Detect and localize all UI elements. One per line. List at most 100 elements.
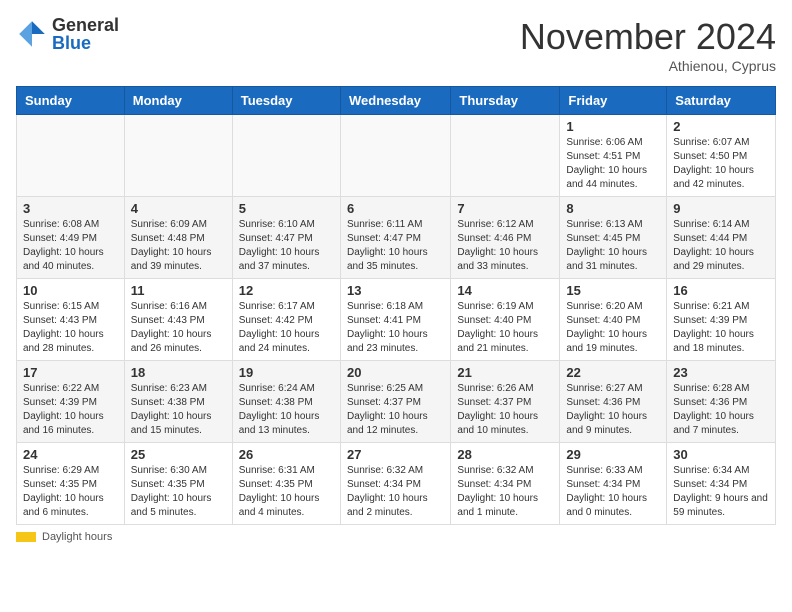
calendar-cell: 5Sunrise: 6:10 AMSunset: 4:47 PMDaylight… xyxy=(232,197,340,279)
calendar-cell: 21Sunrise: 6:26 AMSunset: 4:37 PMDayligh… xyxy=(451,361,560,443)
calendar-cell: 2 Sunrise: 6:07 AMSunset: 4:50 PMDaylight… xyxy=(667,115,776,197)
calendar-cell: 18Sunrise: 6:23 AMSunset: 4:38 PMDayligh… xyxy=(124,361,232,443)
calendar-cell: 16Sunrise: 6:21 AMSunset: 4:39 PMDayligh… xyxy=(667,279,776,361)
page-header: General Blue November 2024 Athienou, Cyp… xyxy=(16,16,776,74)
calendar-cell: 13 Sunrise: 6:18 AMSunset: 4:41 PMDayligh… xyxy=(340,279,450,361)
month-title: November 2024 xyxy=(520,16,776,58)
day-number: 22 xyxy=(566,365,660,380)
footer-note: Daylight hours xyxy=(16,531,776,543)
day-info: Sunrise: 6:15 AMSunset: 4:43 PMDaylight:… xyxy=(23,300,118,356)
calendar-cell: 1Sunrise: 6:06 AMSunset: 4:51 PMDaylight… xyxy=(560,115,667,197)
day-info: Sunrise: 6:11 AMSunset: 4:47 PMDaylight:… xyxy=(347,218,444,274)
day-info: Sunrise: 6:20 AMSunset: 4:40 PMDaylight:… xyxy=(566,300,660,356)
weekday-header-row: SundayMondayTuesdayWednesdayThursdayFrid… xyxy=(17,87,776,115)
day-info: Sunrise: 6:30 AMSunset: 4:35 PMDaylight:… xyxy=(131,464,226,520)
daylight-bar-icon xyxy=(16,532,36,542)
day-number: 15 xyxy=(566,283,660,298)
weekday-header-monday: Monday xyxy=(124,87,232,115)
day-number: 9 xyxy=(673,201,769,216)
day-number: 17 xyxy=(23,365,118,380)
day-number: 24 xyxy=(23,447,118,462)
calendar-cell: 26Sunrise: 6:31 AMSunset: 4:35 PMDayligh… xyxy=(232,443,340,525)
day-info: Sunrise: 6:21 AMSunset: 4:39 PMDaylight:… xyxy=(673,300,769,356)
day-number: 20 xyxy=(347,365,444,380)
day-number: 28 xyxy=(457,447,553,462)
day-number: 8 xyxy=(566,201,660,216)
calendar-cell: 20 Sunrise: 6:25 AMSunset: 4:37 PMDayligh… xyxy=(340,361,450,443)
day-info: Sunrise: 6:23 AMSunset: 4:38 PMDaylight:… xyxy=(131,382,226,438)
day-info: Sunrise: 6:16 AMSunset: 4:43 PMDaylight:… xyxy=(131,300,226,356)
calendar-cell xyxy=(451,115,560,197)
weekday-header-friday: Friday xyxy=(560,87,667,115)
day-info: Sunrise: 6:29 AMSunset: 4:35 PMDaylight:… xyxy=(23,464,118,520)
day-info: Sunrise: 6:34 AMSunset: 4:34 PMDaylight:… xyxy=(673,464,769,520)
calendar-cell: 14Sunrise: 6:19 AMSunset: 4:40 PMDayligh… xyxy=(451,279,560,361)
calendar-cell: 25 Sunrise: 6:30 AMSunset: 4:35 PMDayligh… xyxy=(124,443,232,525)
calendar-cell: 17 Sunrise: 6:22 AMSunset: 4:39 PMDayligh… xyxy=(17,361,125,443)
calendar-cell: 27Sunrise: 6:32 AMSunset: 4:34 PMDayligh… xyxy=(340,443,450,525)
calendar-cell: 15 Sunrise: 6:20 AMSunset: 4:40 PMDayligh… xyxy=(560,279,667,361)
calendar-cell: 10Sunrise: 6:15 AMSunset: 4:43 PMDayligh… xyxy=(17,279,125,361)
day-info: Sunrise: 6:24 AMSunset: 4:38 PMDaylight:… xyxy=(239,382,334,438)
day-info: Sunrise: 6:22 AMSunset: 4:39 PMDaylight:… xyxy=(23,382,118,438)
calendar-cell xyxy=(232,115,340,197)
daylight-label: Daylight hours xyxy=(42,531,112,543)
day-info: Sunrise: 6:32 AMSunset: 4:34 PMDaylight:… xyxy=(347,464,444,520)
weekday-header-thursday: Thursday xyxy=(451,87,560,115)
day-info: Sunrise: 6:33 AMSunset: 4:34 PMDaylight:… xyxy=(566,464,660,520)
calendar-cell: 22 Sunrise: 6:27 AMSunset: 4:36 PMDayligh… xyxy=(560,361,667,443)
weekday-header-wednesday: Wednesday xyxy=(340,87,450,115)
calendar-cell: 4Sunrise: 6:09 AMSunset: 4:48 PMDaylight… xyxy=(124,197,232,279)
day-info: Sunrise: 6:07 AMSunset: 4:50 PMDaylight:… xyxy=(673,136,769,192)
day-info: Sunrise: 6:17 AMSunset: 4:42 PMDaylight:… xyxy=(239,300,334,356)
calendar-week-5: 24 Sunrise: 6:29 AMSunset: 4:35 PMDayligh… xyxy=(17,443,776,525)
day-number: 6 xyxy=(347,201,444,216)
day-info: Sunrise: 6:28 AMSunset: 4:36 PMDaylight:… xyxy=(673,382,769,438)
calendar-cell: 19Sunrise: 6:24 AMSunset: 4:38 PMDayligh… xyxy=(232,361,340,443)
calendar-cell xyxy=(124,115,232,197)
calendar-cell: 24 Sunrise: 6:29 AMSunset: 4:35 PMDayligh… xyxy=(17,443,125,525)
day-info: Sunrise: 6:12 AMSunset: 4:46 PMDaylight:… xyxy=(457,218,553,274)
day-info: Sunrise: 6:27 AMSunset: 4:36 PMDaylight:… xyxy=(566,382,660,438)
day-number: 4 xyxy=(131,201,226,216)
calendar-cell: 28 Sunrise: 6:32 AMSunset: 4:34 PMDayligh… xyxy=(451,443,560,525)
day-number: 29 xyxy=(566,447,660,462)
day-info: Sunrise: 6:25 AMSunset: 4:37 PMDaylight:… xyxy=(347,382,444,438)
calendar-week-2: 3Sunrise: 6:08 AMSunset: 4:49 PMDaylight… xyxy=(17,197,776,279)
calendar-cell xyxy=(340,115,450,197)
title-block: November 2024 Athienou, Cyprus xyxy=(520,16,776,74)
weekday-header-tuesday: Tuesday xyxy=(232,87,340,115)
calendar-cell: 29 Sunrise: 6:33 AMSunset: 4:34 PMDayligh… xyxy=(560,443,667,525)
calendar-cell xyxy=(17,115,125,197)
day-number: 11 xyxy=(131,283,226,298)
calendar-table: SundayMondayTuesdayWednesdayThursdayFrid… xyxy=(16,86,776,525)
day-info: Sunrise: 6:31 AMSunset: 4:35 PMDaylight:… xyxy=(239,464,334,520)
calendar-cell: 9Sunrise: 6:14 AMSunset: 4:44 PMDaylight… xyxy=(667,197,776,279)
calendar-cell: 30Sunrise: 6:34 AMSunset: 4:34 PMDayligh… xyxy=(667,443,776,525)
calendar-week-3: 10Sunrise: 6:15 AMSunset: 4:43 PMDayligh… xyxy=(17,279,776,361)
logo-icon xyxy=(16,18,48,50)
location: Athienou, Cyprus xyxy=(520,58,776,74)
day-number: 25 xyxy=(131,447,226,462)
weekday-header-saturday: Saturday xyxy=(667,87,776,115)
day-number: 3 xyxy=(23,201,118,216)
calendar-cell: 8Sunrise: 6:13 AMSunset: 4:45 PMDaylight… xyxy=(560,197,667,279)
day-number: 7 xyxy=(457,201,553,216)
calendar-cell: 11 Sunrise: 6:16 AMSunset: 4:43 PMDayligh… xyxy=(124,279,232,361)
day-info: Sunrise: 6:19 AMSunset: 4:40 PMDaylight:… xyxy=(457,300,553,356)
calendar-cell: 12 Sunrise: 6:17 AMSunset: 4:42 PMDayligh… xyxy=(232,279,340,361)
logo: General Blue xyxy=(16,16,119,52)
day-number: 2 xyxy=(673,119,769,134)
day-number: 13 xyxy=(347,283,444,298)
calendar-week-4: 17 Sunrise: 6:22 AMSunset: 4:39 PMDayligh… xyxy=(17,361,776,443)
calendar-cell: 23 Sunrise: 6:28 AMSunset: 4:36 PMDayligh… xyxy=(667,361,776,443)
day-info: Sunrise: 6:06 AMSunset: 4:51 PMDaylight:… xyxy=(566,136,660,192)
calendar-week-1: 1Sunrise: 6:06 AMSunset: 4:51 PMDaylight… xyxy=(17,115,776,197)
calendar-cell: 7 Sunrise: 6:12 AMSunset: 4:46 PMDaylight… xyxy=(451,197,560,279)
day-info: Sunrise: 6:18 AMSunset: 4:41 PMDaylight:… xyxy=(347,300,444,356)
day-number: 23 xyxy=(673,365,769,380)
day-number: 12 xyxy=(239,283,334,298)
calendar-cell: 6 Sunrise: 6:11 AMSunset: 4:47 PMDaylight… xyxy=(340,197,450,279)
logo-general-text: General xyxy=(52,16,119,34)
day-info: Sunrise: 6:32 AMSunset: 4:34 PMDaylight:… xyxy=(457,464,553,520)
